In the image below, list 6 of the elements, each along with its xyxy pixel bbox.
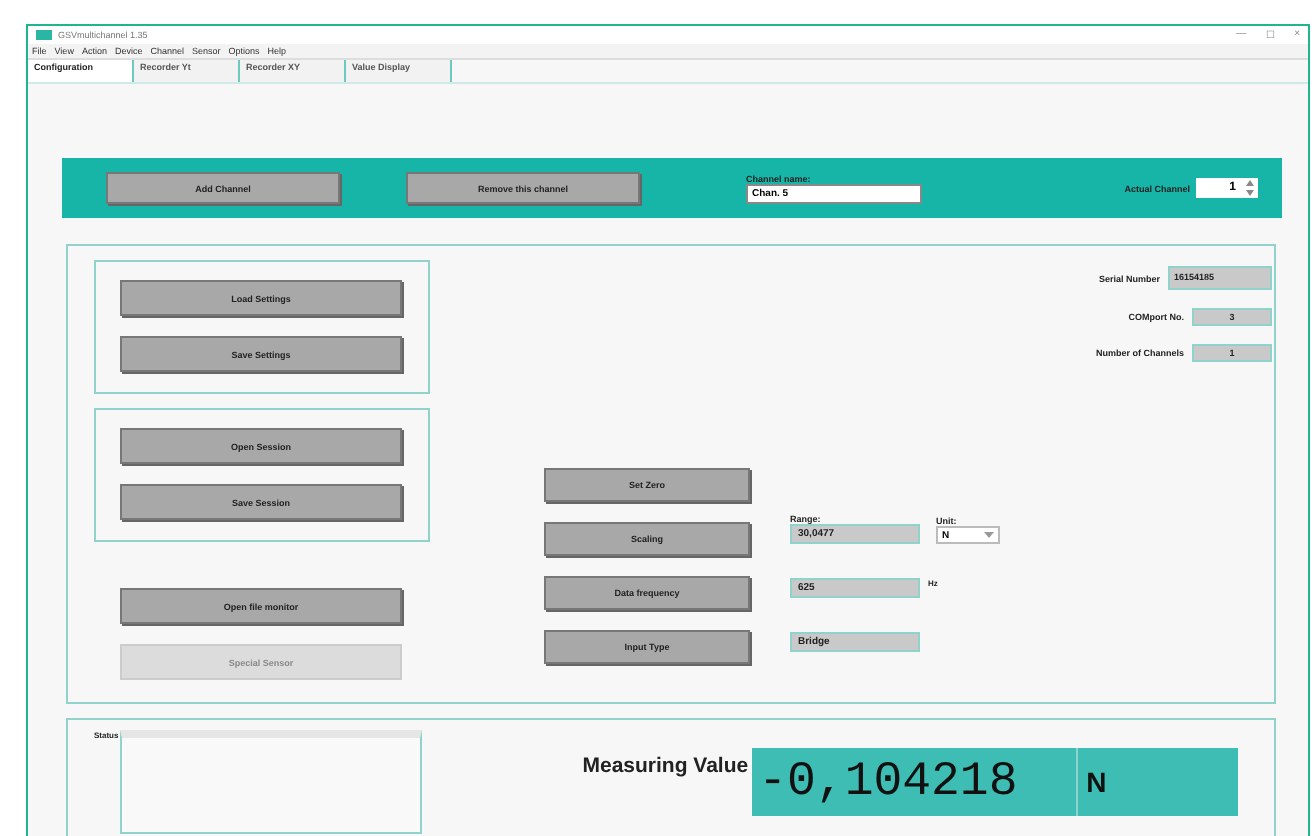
spinner-arrows-icon [1246,180,1254,196]
app-icon [36,30,52,40]
measured-unit: N [1084,766,1107,798]
measured-value: -0,104218 [752,748,1079,816]
measuring-value-label: Measuring Value [582,754,749,778]
caret-icon [984,532,994,538]
